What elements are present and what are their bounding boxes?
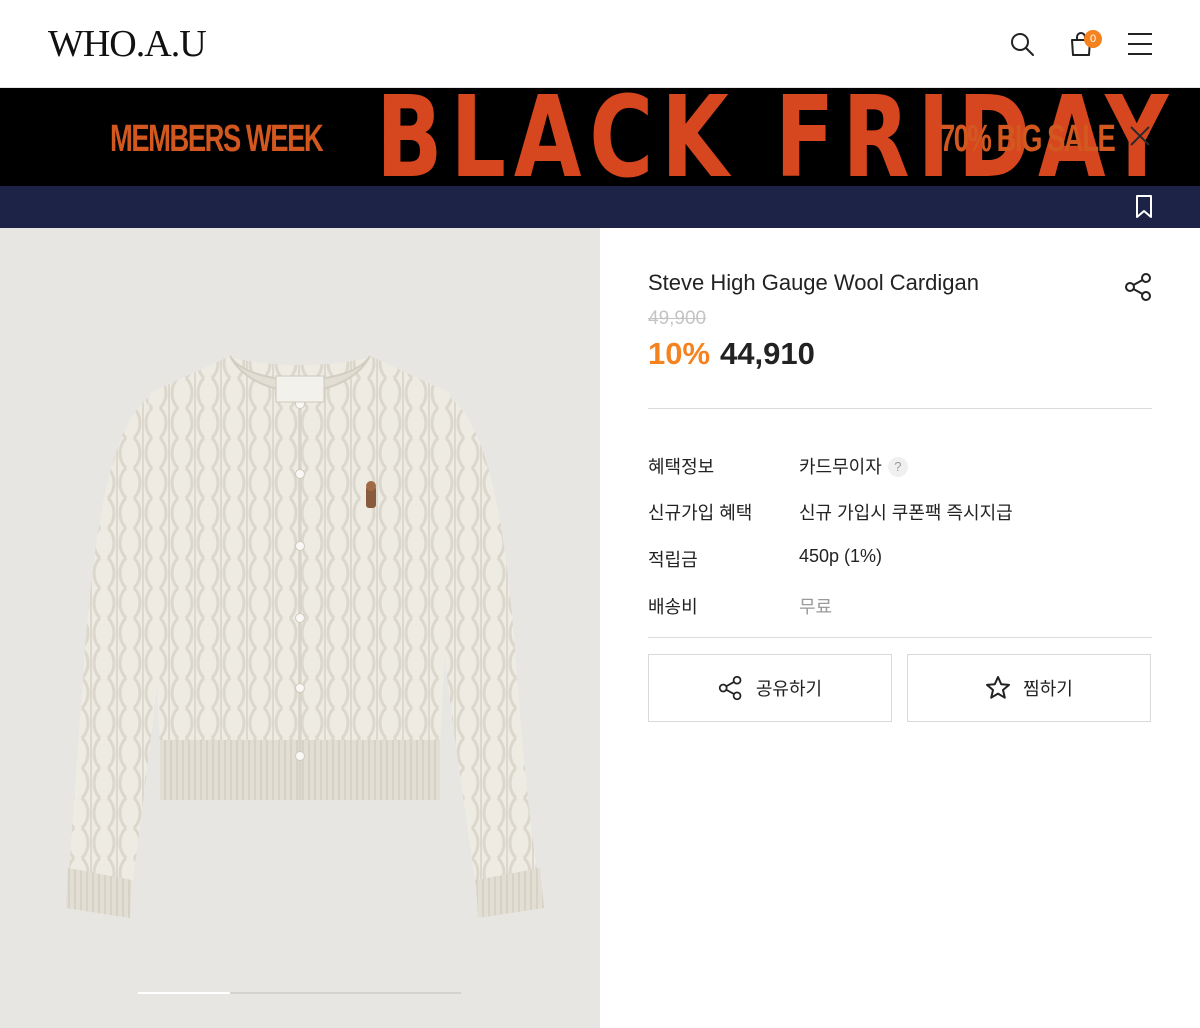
close-icon <box>1130 126 1150 146</box>
discount-rate: 10% <box>648 336 711 371</box>
sale-price: 44,910 <box>720 336 815 371</box>
detail-row-points: 적립금 450p (1%) <box>648 546 1152 574</box>
cart-button[interactable]: 0 <box>1063 26 1102 62</box>
bookmark-button[interactable] <box>1132 194 1156 220</box>
site-logo[interactable]: WHO.A.U <box>48 22 207 66</box>
menu-button[interactable] <box>1122 26 1158 62</box>
share-button-top[interactable] <box>1124 272 1154 302</box>
detail-label: 적립금 <box>648 550 698 570</box>
site-header: WHO.A.U 0 <box>0 0 1200 88</box>
detail-value: 신규 가입시 쿠폰팩 즉시지급 <box>799 503 1013 523</box>
share-icon <box>718 675 742 701</box>
detail-value: 무료 <box>799 597 833 617</box>
detail-row-benefit: 혜택정보 카드무이자? <box>648 453 1152 481</box>
divider <box>648 408 1152 409</box>
search-button[interactable] <box>1004 26 1040 62</box>
wishlist-button-label: 찜하기 <box>1023 679 1073 699</box>
divider <box>648 637 1152 638</box>
promo-banner[interactable]: MEMBERS WEEK BLACK FRIDAY 70% BIG SALE <box>0 88 1200 186</box>
detail-label: 배송비 <box>648 597 698 617</box>
detail-value: 450p (1%) <box>799 546 883 566</box>
share-button[interactable]: 공유하기 <box>648 654 892 722</box>
original-price: 49,900 <box>648 308 707 329</box>
product-title: Steve High Gauge Wool Cardigan <box>648 270 980 295</box>
wishlist-button[interactable]: 찜하기 <box>907 654 1151 722</box>
star-icon <box>986 676 1011 699</box>
image-slider-active <box>138 992 230 994</box>
detail-label: 신규가입 혜택 <box>648 503 753 523</box>
image-slider-indicator[interactable] <box>138 992 461 994</box>
sub-nav-bar <box>0 186 1200 228</box>
cart-count-badge: 0 <box>1084 30 1102 48</box>
banner-big-sale: 70% BIG SALE <box>940 118 1116 160</box>
share-button-label: 공유하기 <box>755 679 823 699</box>
share-icon <box>1125 273 1151 301</box>
bookmark-icon <box>1136 195 1152 218</box>
search-icon <box>1011 33 1034 56</box>
detail-value: 카드무이자? <box>799 453 908 479</box>
cardigan-image <box>66 355 544 918</box>
detail-row-shipping: 배송비 무료 <box>648 593 1152 621</box>
help-icon[interactable]: ? <box>887 457 908 477</box>
detail-row-signup: 신규가입 혜택 신규 가입시 쿠폰팩 즉시지급 <box>648 499 1152 527</box>
menu-icon <box>1128 33 1152 55</box>
detail-label: 혜택정보 <box>648 457 715 477</box>
product-image[interactable] <box>0 228 600 1028</box>
banner-close-button[interactable] <box>1128 124 1152 148</box>
product-info-panel: Steve High Gauge Wool Cardigan 49,900 10… <box>600 228 1200 1028</box>
banner-members-week: MEMBERS WEEK <box>110 118 324 160</box>
